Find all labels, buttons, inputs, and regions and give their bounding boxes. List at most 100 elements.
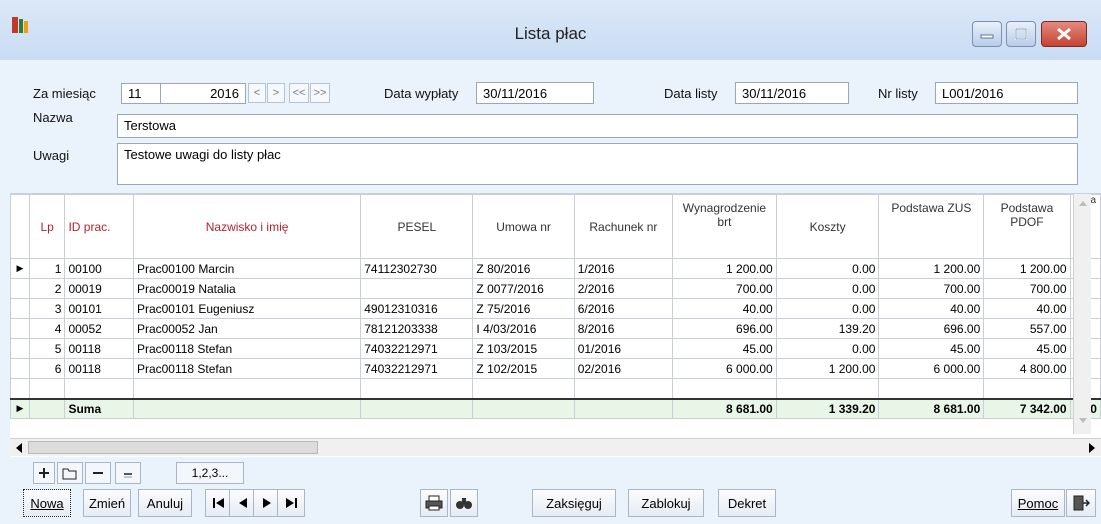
cell-id[interactable]: 00100: [64, 258, 134, 279]
cell-podstawa-zus[interactable]: 45.00: [878, 338, 985, 359]
cell-podstawa-zus[interactable]: 40.00: [878, 298, 985, 319]
row-indicator[interactable]: [10, 278, 30, 299]
cell-name[interactable]: Prac00118 Stefan: [132, 338, 362, 359]
month-field[interactable]: 11: [121, 83, 161, 104]
cell-wynagrodzenie[interactable]: 696.00: [672, 318, 777, 339]
cell-podstawa-zus[interactable]: 700.00: [878, 278, 985, 299]
close-button[interactable]: [1041, 21, 1087, 47]
col-pesel[interactable]: PESEL: [360, 194, 474, 259]
post-button[interactable]: Zaksięguj: [532, 489, 616, 517]
prev-month-button[interactable]: <: [248, 83, 266, 103]
empty-cell[interactable]: [672, 378, 777, 399]
col-koszty[interactable]: Koszty: [775, 194, 880, 259]
new-button[interactable]: Nowa: [23, 489, 71, 517]
col-lp[interactable]: Lp: [28, 194, 66, 259]
cell-wynagrodzenie[interactable]: 6 000.00: [672, 358, 777, 379]
uwagi-field[interactable]: Testowe uwagi do listy płac: [117, 143, 1078, 185]
cell-umowa[interactable]: Z 0077/2016: [472, 278, 575, 299]
cell-umowa[interactable]: Z 103/2015: [472, 338, 575, 359]
cell-id[interactable]: 00101: [64, 298, 134, 319]
table-row[interactable]: ▶ 1 00100 Prac00100 Marcin 74112302730 Z 80/2…: [10, 258, 1101, 279]
cell-pesel[interactable]: [360, 278, 474, 299]
prev-year-button[interactable]: <<: [289, 83, 309, 103]
cell-koszty[interactable]: 0.00: [775, 298, 880, 319]
cell-podstawa-zus[interactable]: 1 200.00: [878, 258, 985, 279]
cell-id[interactable]: 00052: [64, 318, 134, 339]
empty-cell[interactable]: [472, 378, 575, 399]
cell-koszty[interactable]: 139.20: [775, 318, 880, 339]
collapse-button[interactable]: [115, 462, 141, 484]
cancel-button[interactable]: Anuluj: [138, 489, 192, 517]
cell-id[interactable]: 00019: [64, 278, 134, 299]
cell-rachunek[interactable]: 01/2016: [573, 338, 674, 359]
cell-podstawa-pdof[interactable]: 700.00: [983, 278, 1071, 299]
table-row[interactable]: 6 00118 Prac00118 Stefan 74032212971 Z 102/2…: [10, 358, 1101, 379]
cell-lp[interactable]: 3: [28, 298, 66, 319]
cell-podstawa-pdof[interactable]: 45.00: [983, 338, 1071, 359]
empty-cell[interactable]: [64, 378, 134, 399]
row-indicator[interactable]: [10, 338, 30, 359]
next-month-button[interactable]: >: [267, 83, 285, 103]
cell-name[interactable]: Prac00101 Eugeniusz: [132, 298, 362, 319]
empty-cell[interactable]: [573, 378, 674, 399]
cell-wynagrodzenie[interactable]: 45.00: [672, 338, 777, 359]
empty-row[interactable]: [10, 378, 1101, 399]
year-field[interactable]: 2016: [160, 83, 246, 104]
col-rachunek[interactable]: Rachunek nr: [573, 194, 674, 259]
cell-name[interactable]: Prac00019 Natalia: [132, 278, 362, 299]
edit-button[interactable]: Zmień: [83, 489, 131, 517]
empty-cell[interactable]: [28, 378, 66, 399]
cell-pesel[interactable]: 49012310316: [360, 298, 474, 319]
cell-wynagrodzenie[interactable]: 1 200.00: [672, 258, 777, 279]
cell-umowa[interactable]: Z 75/2016: [472, 298, 575, 319]
cell-umowa[interactable]: Z 102/2015: [472, 358, 575, 379]
search-button[interactable]: [450, 489, 478, 517]
col-wynagrodzenie[interactable]: Wynagrodzenie brt: [672, 194, 777, 259]
cell-koszty[interactable]: 0.00: [775, 278, 880, 299]
cell-rachunek[interactable]: 1/2016: [573, 258, 674, 279]
table-row[interactable]: 4 00052 Prac00052 Jan 78121203338 I 4/03/201…: [10, 318, 1101, 339]
cell-umowa[interactable]: I 4/03/2016: [472, 318, 575, 339]
cell-podstawa-zus[interactable]: 696.00: [878, 318, 985, 339]
minimize-button[interactable]: [972, 21, 1002, 47]
edit-row-button[interactable]: [57, 462, 83, 484]
empty-cell[interactable]: [775, 378, 880, 399]
cell-koszty[interactable]: 1 200.00: [775, 358, 880, 379]
cell-id[interactable]: 00118: [64, 358, 134, 379]
cell-lp[interactable]: 2: [28, 278, 66, 299]
cell-lp[interactable]: 5: [28, 338, 66, 359]
table-row[interactable]: 5 00118 Prac00118 Stefan 74032212971 Z 103/2…: [10, 338, 1101, 359]
horizontal-scrollbar[interactable]: [10, 438, 1101, 456]
cell-wynagrodzenie[interactable]: 700.00: [672, 278, 777, 299]
horizontal-scroll-thumb[interactable]: [28, 441, 318, 454]
cell-name[interactable]: Prac00052 Jan: [132, 318, 362, 339]
table-row[interactable]: 3 00101 Prac00101 Eugeniusz 49012310316 Z 75…: [10, 298, 1101, 319]
cell-pesel[interactable]: 74032212971: [360, 338, 474, 359]
help-button[interactable]: Pomoc: [1011, 489, 1065, 517]
numbering-button[interactable]: 1,2,3...: [176, 462, 244, 484]
empty-cell[interactable]: [878, 378, 985, 399]
maximize-button[interactable]: [1006, 21, 1036, 47]
cell-podstawa-pdof[interactable]: 1 200.00: [983, 258, 1071, 279]
row-indicator[interactable]: ▶: [10, 258, 30, 279]
col-podstawa-pdof[interactable]: Podstawa PDOF: [983, 194, 1071, 259]
last-record-button[interactable]: [277, 489, 305, 517]
nr-listy-field[interactable]: L001/2016: [935, 82, 1078, 104]
row-indicator[interactable]: [10, 298, 30, 319]
cell-koszty[interactable]: 0.00: [775, 258, 880, 279]
cell-koszty[interactable]: 0.00: [775, 338, 880, 359]
next-year-button[interactable]: >>: [310, 83, 330, 103]
cell-id[interactable]: 00118: [64, 338, 134, 359]
row-indicator[interactable]: [10, 318, 30, 339]
add-row-button[interactable]: [33, 462, 55, 484]
cell-podstawa-pdof[interactable]: 557.00: [983, 318, 1071, 339]
cell-lp[interactable]: 1: [28, 258, 66, 279]
table-row[interactable]: 2 00019 Prac00019 Natalia Z 0077/2016 2/2016…: [10, 278, 1101, 299]
cell-rachunek[interactable]: 02/2016: [573, 358, 674, 379]
cell-wynagrodzenie[interactable]: 40.00: [672, 298, 777, 319]
cell-lp[interactable]: 4: [28, 318, 66, 339]
vertical-scrollbar[interactable]: [1073, 194, 1091, 434]
cell-lp[interactable]: 6: [28, 358, 66, 379]
print-button[interactable]: [420, 489, 448, 517]
col-name[interactable]: Nazwisko i imię: [132, 194, 362, 259]
